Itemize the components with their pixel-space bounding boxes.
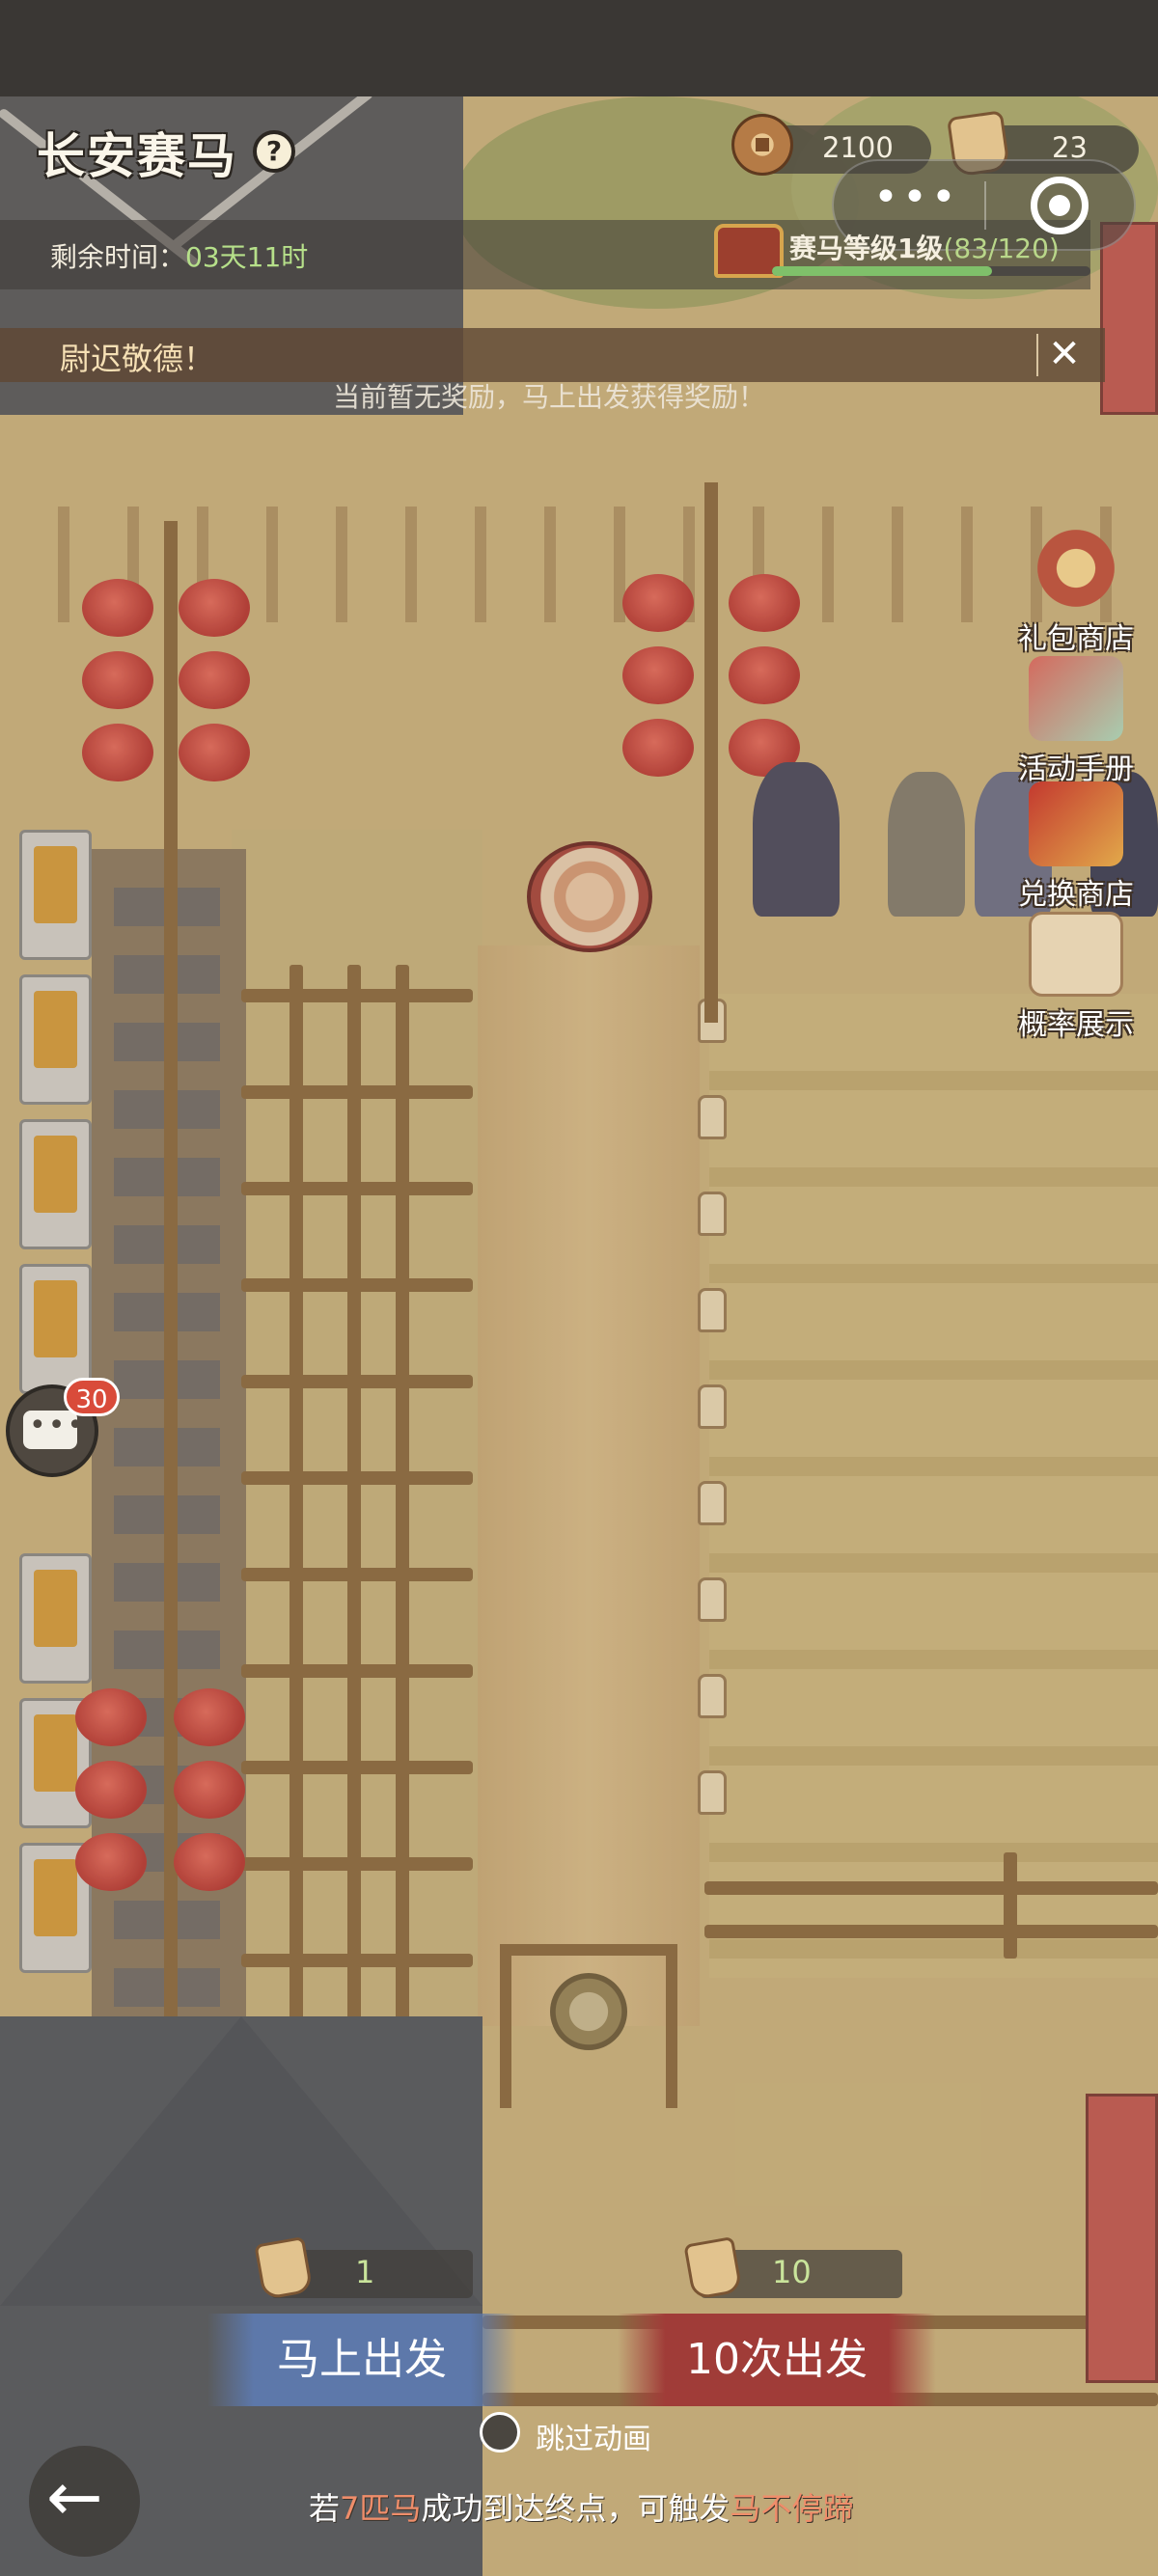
footer-hint-horses: 7匹马: [340, 2490, 422, 2527]
character-spectator: [888, 772, 965, 917]
lane-marker: [19, 830, 92, 960]
question-circle-icon[interactable]: ?: [253, 130, 295, 173]
field-stump: [698, 1288, 727, 1332]
start-once-button[interactable]: 马上出发: [207, 2314, 516, 2406]
grass-field: [709, 994, 1158, 1978]
side-item-label: 概率展示: [1018, 1008, 1134, 1042]
page-title: 长安赛马: [37, 127, 237, 184]
lane-marker: [19, 1119, 92, 1249]
remaining-time: 剩余时间：03天11时: [50, 236, 308, 275]
chat-badge: 30: [64, 1378, 120, 1416]
red-lantern: [75, 1761, 147, 1819]
race-level: 赛马等级1级(83/120): [789, 228, 1060, 266]
chat-dots: •••: [29, 1409, 87, 1442]
footer-hint-prefix: 若: [309, 2490, 341, 2527]
red-lantern: [622, 574, 694, 632]
side-item-label: 兑换商店: [1018, 878, 1134, 912]
red-lantern: [82, 651, 153, 709]
red-lantern: [174, 1761, 245, 1819]
remaining-time-label: 剩余时间：: [50, 241, 186, 273]
field-stump: [698, 1192, 727, 1236]
remaining-time-value: 03天11时: [185, 241, 309, 273]
field-stump: [698, 1095, 727, 1139]
lantern-pole: [164, 521, 178, 2065]
red-banner: [1086, 2094, 1158, 2383]
red-lantern: [729, 646, 800, 704]
side-item-exchange-shop[interactable]: 兑换商店: [999, 781, 1153, 913]
red-lantern: [622, 719, 694, 777]
lantern-pole: [704, 482, 718, 1023]
handbook-icon: [1029, 656, 1123, 741]
fence-post: [1004, 1852, 1017, 1959]
race-track-scene: [0, 96, 1158, 2576]
red-lantern: [729, 574, 800, 632]
fence-rail: [704, 1881, 1158, 1895]
footer-hint: 若7匹马成功到达终点，可触发马不停蹄: [309, 2484, 853, 2529]
notice-divider: [1036, 334, 1038, 376]
red-lantern: [622, 646, 694, 704]
level-progress-fill: [772, 266, 992, 276]
fence-post: [290, 965, 303, 2026]
probability-scroll-icon: [1029, 912, 1123, 997]
notice-text: 尉迟敬德！: [60, 341, 215, 377]
red-lantern: [179, 651, 250, 709]
race-level-progress: (83/120): [943, 233, 1060, 264]
back-arrow-icon: ←: [46, 2457, 103, 2536]
red-lantern: [82, 724, 153, 781]
side-item-label: 礼包商店: [1018, 622, 1134, 656]
red-lantern: [179, 724, 250, 781]
footer-hint-middle: 成功到达终点，可触发: [421, 2490, 731, 2527]
fence-rail: [704, 1925, 1158, 1938]
side-item-probability[interactable]: 概率展示: [999, 912, 1153, 1043]
field-stump: [698, 1384, 727, 1429]
red-lantern: [75, 1688, 147, 1746]
red-lantern: [174, 1688, 245, 1746]
lane-marker: [19, 974, 92, 1105]
reward-hint: 当前暂无奖励，马上出发获得奖励！: [333, 381, 766, 413]
race-level-label: 赛马等级1级: [789, 233, 944, 264]
red-banner: [1100, 222, 1158, 415]
dirt-path: [478, 945, 700, 2026]
close-icon[interactable]: ✕: [1040, 330, 1089, 378]
single-cost: 1: [355, 2254, 375, 2290]
lane-marker: [19, 1553, 92, 1684]
skip-animation-checkbox[interactable]: [480, 2412, 520, 2453]
coin-icon: [731, 114, 793, 176]
field-stump: [698, 1770, 727, 1815]
character-spectator: [753, 762, 840, 917]
footer-hint-bonus: 马不停蹄: [730, 2490, 854, 2527]
red-lantern: [174, 1833, 245, 1891]
field-stump: [698, 1674, 727, 1718]
fence-post: [347, 965, 361, 2026]
red-lantern: [82, 579, 153, 637]
status-bar: [0, 0, 1158, 96]
field-stump: [698, 1481, 727, 1525]
gong: [550, 1973, 627, 2050]
side-item-gift-shop[interactable]: 礼包商店: [999, 526, 1153, 657]
race-drum: [527, 841, 652, 952]
capsule-close-icon[interactable]: [1031, 177, 1089, 234]
more-dots-icon[interactable]: •••: [873, 177, 960, 219]
exchange-shop-icon: [1029, 781, 1123, 866]
lane-marker: [19, 1264, 92, 1394]
capsule-divider: [984, 181, 986, 230]
level-progress-bar: [772, 266, 1090, 276]
red-lantern: [75, 1833, 147, 1891]
start-ten-button[interactable]: 10次出发: [618, 2314, 936, 2406]
red-lantern: [179, 579, 250, 637]
gift-shop-icon: [1029, 526, 1123, 611]
field-stump: [698, 1577, 727, 1622]
fence-post: [396, 965, 409, 2026]
side-item-handbook[interactable]: 活动手册: [999, 656, 1153, 787]
skip-animation-label[interactable]: 跳过动画: [536, 2415, 651, 2457]
ten-cost: 10: [772, 2254, 812, 2290]
